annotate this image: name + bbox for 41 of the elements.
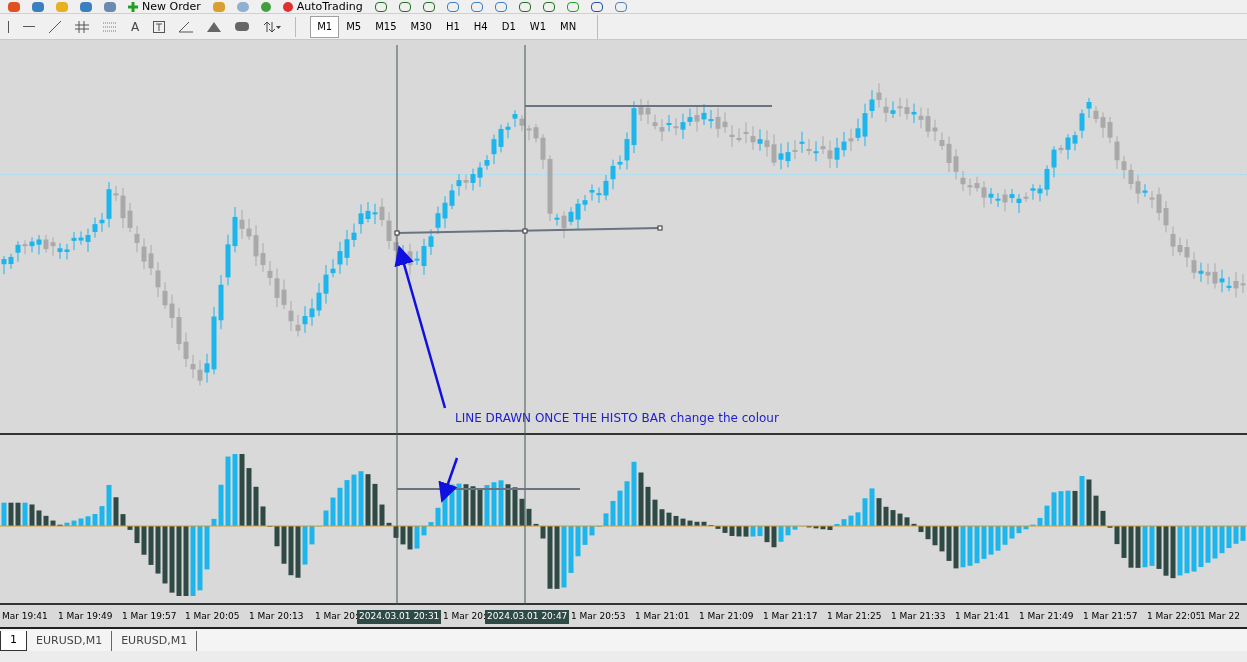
arrows-dropdown-icon[interactable] bbox=[263, 20, 282, 33]
timeframe-button[interactable]: M1 bbox=[310, 15, 340, 38]
toolbar-icon[interactable] bbox=[32, 1, 44, 12]
chart-annotation: LINE DRAWN ONCE THE HISTO BAR change the colour bbox=[455, 410, 779, 427]
trend-line-icon[interactable] bbox=[49, 20, 61, 33]
toolbar-icon[interactable] bbox=[614, 1, 627, 12]
vertical-line-icon[interactable] bbox=[8, 20, 9, 33]
grid-icon[interactable] bbox=[75, 20, 89, 33]
toolbar-icon[interactable] bbox=[8, 1, 20, 12]
toolbar-icon[interactable] bbox=[446, 1, 459, 12]
toolbar-icon[interactable] bbox=[494, 1, 507, 12]
timeframe-button[interactable]: M15 bbox=[368, 15, 404, 38]
timeframe-button[interactable]: D1 bbox=[494, 15, 523, 38]
chart-tab[interactable]: 1 bbox=[0, 631, 27, 651]
new-order-button[interactable]: New Order bbox=[128, 1, 201, 12]
toolbar-icon[interactable] bbox=[566, 1, 579, 12]
timeframe-button[interactable]: H4 bbox=[466, 15, 495, 38]
text-tool[interactable]: A bbox=[131, 17, 140, 36]
time-cursor-label: 2024.03.01 20:31 bbox=[357, 610, 442, 624]
toolbar-icon[interactable] bbox=[80, 1, 92, 12]
toolbar-icon[interactable] bbox=[104, 1, 116, 12]
toolbar-icon[interactable] bbox=[374, 1, 387, 12]
toolbar-icon[interactable] bbox=[590, 1, 603, 12]
time-cursor-label: 2024.03.01 20:47 bbox=[485, 610, 570, 624]
timeframe-button[interactable]: M30 bbox=[403, 15, 439, 38]
timeframe-button[interactable]: MN bbox=[553, 15, 584, 38]
toolbar-icon[interactable] bbox=[422, 1, 435, 12]
timeframe-button[interactable]: W1 bbox=[522, 15, 554, 38]
toolbar-icon[interactable] bbox=[542, 1, 555, 12]
timeframe-button[interactable]: H1 bbox=[438, 15, 467, 38]
toolbar-icon[interactable] bbox=[518, 1, 531, 12]
toolbar-icon[interactable] bbox=[398, 1, 411, 12]
triangle-icon[interactable] bbox=[207, 21, 222, 32]
toolbar-icon[interactable] bbox=[260, 1, 271, 12]
auto-trading-button[interactable]: AutoTrading bbox=[282, 1, 363, 12]
angle-icon[interactable] bbox=[179, 20, 194, 33]
timeframe-button[interactable]: M5 bbox=[339, 15, 369, 38]
text-label-icon[interactable] bbox=[153, 20, 166, 33]
arrow bbox=[438, 457, 459, 503]
plus-icon bbox=[128, 1, 138, 12]
toolbar-icon[interactable] bbox=[470, 1, 483, 12]
